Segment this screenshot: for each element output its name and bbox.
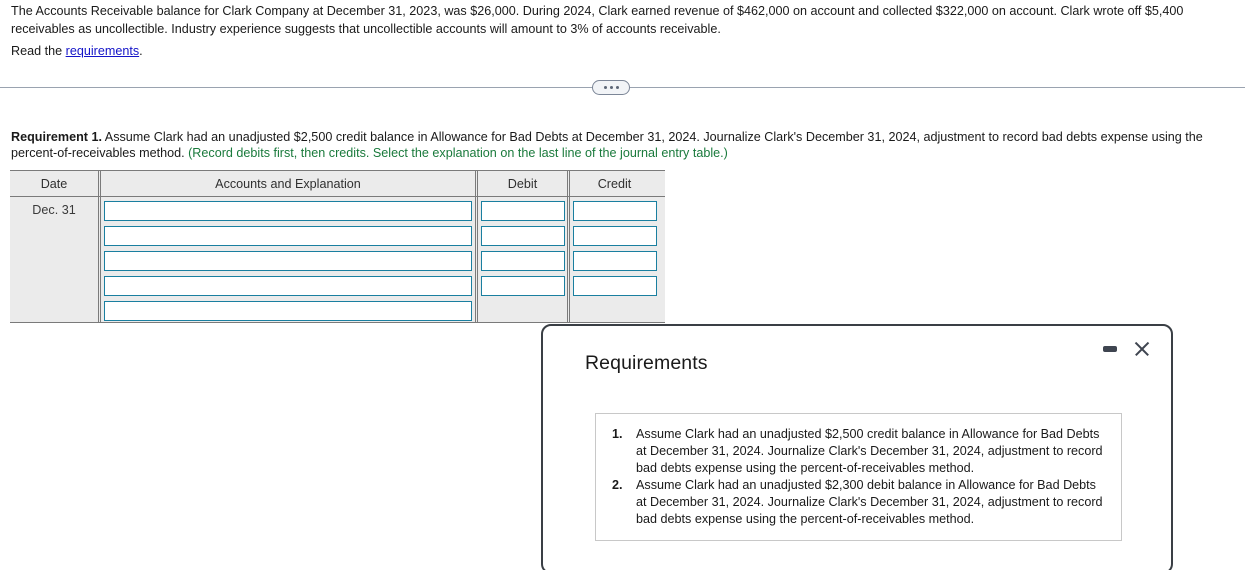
requirement-1-prompt: Requirement 1. Assume Clark had an unadj… (11, 129, 1243, 161)
requirement-1-hint: (Record debits first, then credits. Sele… (188, 146, 728, 160)
section-divider (0, 80, 1245, 96)
read-prefix-text: Read the (11, 44, 66, 58)
ellipsis-icon[interactable] (592, 80, 630, 95)
read-requirements-line: Read the requirements. (11, 43, 143, 59)
requirement-item-text: Assume Clark had an unadjusted $2,500 cr… (636, 427, 1103, 475)
header-col-date: Date (10, 171, 98, 196)
account-explanation-input-5[interactable] (104, 301, 472, 321)
dialog-title: Requirements (585, 352, 708, 374)
cell-date: Dec. 31 (10, 197, 98, 322)
requirements-link[interactable]: requirements (66, 44, 140, 58)
requirement-item-text: Assume Clark had an unadjusted $2,300 de… (636, 478, 1103, 526)
close-icon[interactable] (1133, 340, 1151, 358)
requirement-item-number: 2. (612, 478, 623, 492)
header-credit-label: Credit (570, 171, 659, 196)
account-input-4[interactable] (104, 276, 472, 296)
debit-input-4[interactable] (480, 276, 565, 296)
problem-statement-text: The Accounts Receivable balance for Clar… (11, 4, 1184, 36)
dot-3 (615, 86, 619, 89)
header-debit-label: Debit (478, 171, 567, 196)
cell-accounts (98, 197, 475, 322)
credit-input-1[interactable] (572, 201, 657, 221)
credit-input-2[interactable] (572, 226, 657, 246)
credit-input-4[interactable] (572, 276, 657, 296)
requirement-1-label: Requirement 1. (11, 130, 102, 144)
page-root: The Accounts Receivable balance for Clar… (0, 0, 1245, 570)
read-suffix-text: . (139, 44, 143, 58)
credit-input-3[interactable] (572, 251, 657, 271)
debit-input-2[interactable] (480, 226, 565, 246)
account-input-2[interactable] (104, 226, 472, 246)
date-value: Dec. 31 (32, 203, 76, 217)
dot-2 (609, 86, 613, 89)
requirements-dialog: Requirements 1. Assume Clark had an unad… (541, 324, 1173, 570)
journal-table-body-row: Dec. 31 (10, 197, 665, 323)
list-item: 1. Assume Clark had an unadjusted $2,500… (606, 426, 1107, 477)
header-col-accounts: Accounts and Explanation (98, 171, 475, 196)
debit-input-3[interactable] (480, 251, 565, 271)
requirement-item-number: 1. (612, 427, 623, 441)
header-col-debit: Debit (475, 171, 567, 196)
journal-table-header-row: Date Accounts and Explanation Debit Cred… (10, 170, 665, 197)
requirements-list-panel: 1. Assume Clark had an unadjusted $2,500… (595, 413, 1122, 541)
debit-input-1[interactable] (480, 201, 565, 221)
problem-statement: The Accounts Receivable balance for Clar… (11, 2, 1235, 38)
minimize-icon[interactable] (1103, 346, 1117, 352)
dot-1 (603, 86, 607, 89)
journal-entry-table: Date Accounts and Explanation Debit Cred… (10, 170, 665, 323)
account-input-3[interactable] (104, 251, 472, 271)
list-item: 2. Assume Clark had an unadjusted $2,300… (606, 477, 1107, 528)
header-col-credit: Credit (567, 171, 659, 196)
header-date-label: Date (10, 171, 98, 196)
dialog-window-buttons (1103, 340, 1151, 358)
dialog-titlebar: Requirements (543, 326, 1171, 398)
account-input-1[interactable] (104, 201, 472, 221)
cell-debit (475, 197, 567, 322)
header-accounts-label: Accounts and Explanation (101, 171, 475, 196)
cell-credit (567, 197, 659, 322)
